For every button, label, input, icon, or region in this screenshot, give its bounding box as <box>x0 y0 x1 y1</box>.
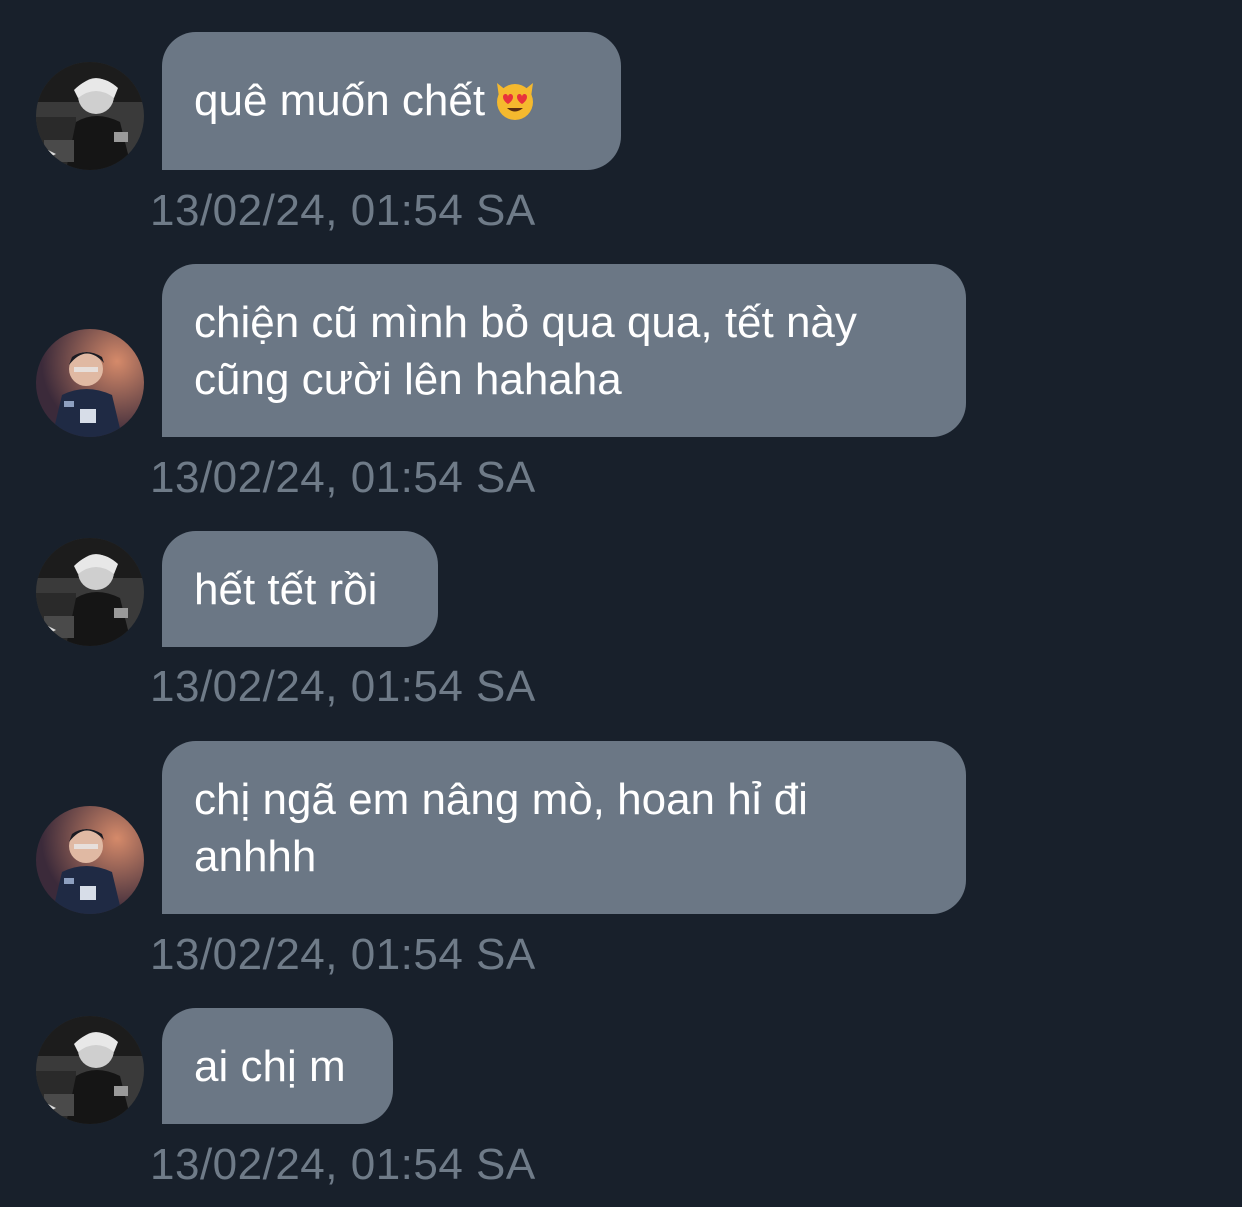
avatar-color-player <box>36 329 144 437</box>
avatar[interactable] <box>36 329 144 437</box>
message-timestamp: 13/02/24, 01:54 SA <box>150 1140 536 1189</box>
message-bubble[interactable]: ai chị m <box>162 1008 393 1124</box>
message-text: hết tết rồi <box>194 565 378 614</box>
message-timestamp: 13/02/24, 01:54 SA <box>150 186 536 235</box>
avatar[interactable] <box>36 62 144 170</box>
message-text: chị ngã em nâng mò, hoan hỉ đi anhhh <box>194 775 808 881</box>
heart-eyes-cat-icon <box>493 77 537 135</box>
message-bubble[interactable]: chiện cũ mình bỏ qua qua, tết này cũng c… <box>162 264 966 437</box>
avatar-color-player <box>36 806 144 914</box>
message-text: quê muốn chết <box>194 76 486 125</box>
message-text: ai chị m <box>194 1042 346 1091</box>
message-bubble[interactable]: chị ngã em nâng mò, hoan hỉ đi anhhh <box>162 741 966 914</box>
message-timestamp: 13/02/24, 01:54 SA <box>150 662 536 711</box>
message-text: chiện cũ mình bỏ qua qua, tết này cũng c… <box>194 298 857 404</box>
avatar-grayscale-player <box>36 62 144 170</box>
avatar[interactable] <box>36 1016 144 1124</box>
avatar-grayscale-player <box>36 538 144 646</box>
message-bubble[interactable]: hết tết rồi <box>162 531 438 647</box>
avatar[interactable] <box>36 806 144 914</box>
message-timestamp: 13/02/24, 01:54 SA <box>150 930 536 979</box>
avatar-grayscale-player <box>36 1016 144 1124</box>
message-bubble[interactable]: quê muốn chết <box>162 32 621 170</box>
avatar[interactable] <box>36 538 144 646</box>
message-timestamp: 13/02/24, 01:54 SA <box>150 453 536 502</box>
